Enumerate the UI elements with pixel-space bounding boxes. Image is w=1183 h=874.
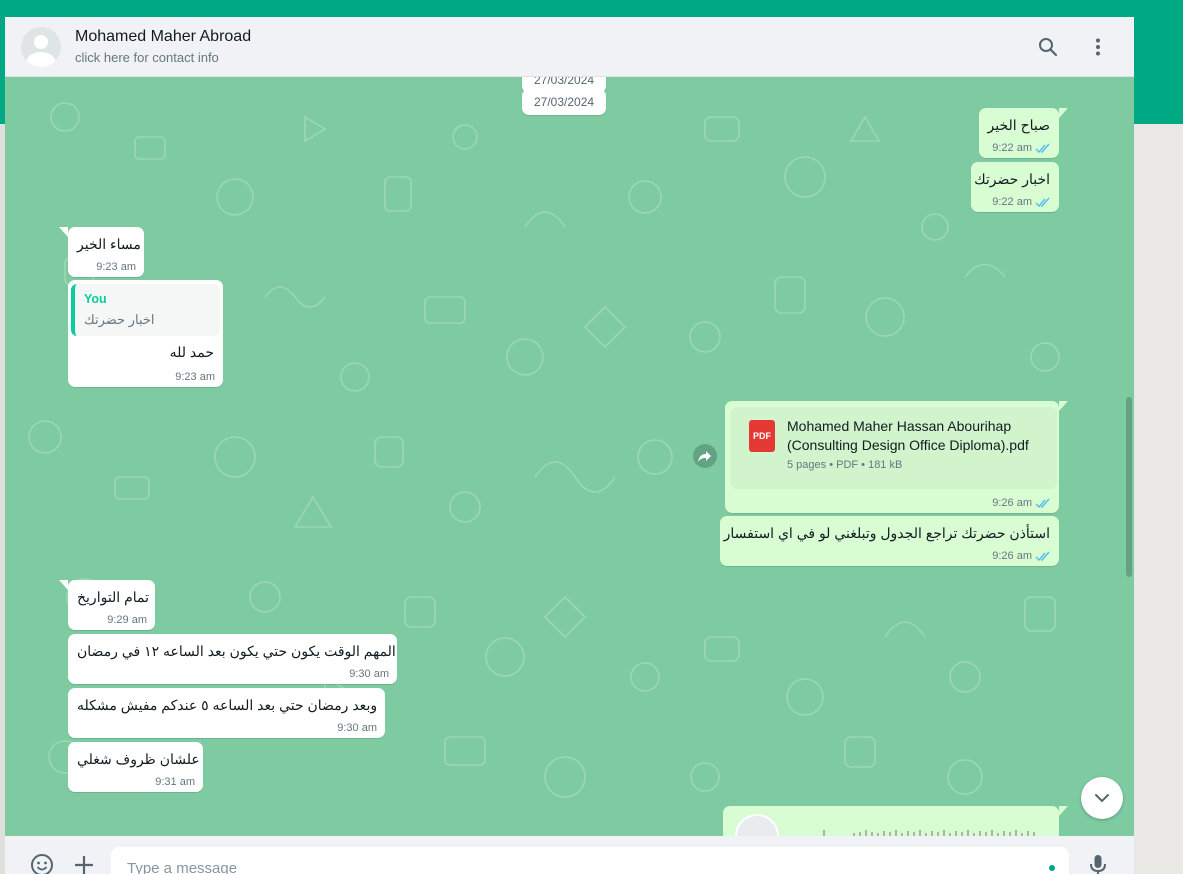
message-meta: 9:29 am bbox=[107, 614, 147, 626]
outgoing-voice-message[interactable] bbox=[723, 806, 1068, 836]
pdf-file-icon: PDF bbox=[749, 420, 775, 452]
message-time: 9:29 am bbox=[107, 614, 147, 626]
message-text: صباح الخير bbox=[987, 117, 1050, 133]
quoted-message[interactable]: You اخبار حضرتك bbox=[71, 284, 220, 336]
scroll-down-button[interactable] bbox=[1081, 777, 1123, 819]
message-meta: 9:22 am bbox=[992, 142, 1051, 154]
date-separator: 27/03/2024 bbox=[522, 89, 607, 115]
read-receipt-icon bbox=[1035, 197, 1050, 207]
status-dot bbox=[1049, 865, 1055, 871]
message-text: علشان ظروف شغلي bbox=[77, 751, 200, 767]
chat-header[interactable]: Mohamed Maher Abroad click here for cont… bbox=[5, 17, 1134, 77]
emoji-icon[interactable] bbox=[29, 852, 55, 874]
message-meta: 9:31 am bbox=[155, 776, 195, 788]
incoming-message[interactable]: المهم الوقت يكون حتي يكون بعد الساعه ١٢ … bbox=[68, 634, 397, 684]
message-time: 9:22 am bbox=[992, 142, 1032, 154]
message-meta: 9:22 am bbox=[992, 196, 1051, 208]
contact-name[interactable]: Mohamed Maher Abroad bbox=[75, 28, 251, 46]
message-input[interactable] bbox=[127, 855, 1027, 874]
chat-window: Mohamed Maher Abroad click here for cont… bbox=[5, 17, 1134, 874]
message-input-box[interactable] bbox=[111, 847, 1069, 874]
message-time: 9:23 am bbox=[96, 261, 136, 273]
microphone-icon[interactable] bbox=[1085, 852, 1111, 874]
message-time: 9:30 am bbox=[349, 668, 389, 680]
voice-waveform bbox=[823, 830, 1035, 836]
read-receipt-icon bbox=[1035, 498, 1050, 508]
incoming-message[interactable]: علشان ظروف شغلي 9:31 am bbox=[68, 742, 203, 792]
menu-icon[interactable] bbox=[1084, 33, 1112, 61]
read-receipt-icon bbox=[1035, 143, 1050, 153]
message-meta: 9:23 am bbox=[96, 261, 136, 273]
incoming-message[interactable]: وبعد رمضان حتي بعد الساعه ٥ عندكم مفيش م… bbox=[68, 688, 385, 738]
message-text: حمد لله bbox=[169, 344, 214, 360]
message-meta: 9:30 am bbox=[349, 668, 389, 680]
message-time: 9:30 am bbox=[337, 722, 377, 734]
voice-sender-avatar bbox=[735, 814, 779, 836]
message-meta: 9:26 am bbox=[992, 497, 1051, 509]
message-time: 9:31 am bbox=[155, 776, 195, 788]
read-receipt-icon bbox=[1035, 551, 1050, 561]
avatar[interactable] bbox=[21, 27, 61, 67]
incoming-reply-message[interactable]: You اخبار حضرتك حمد لله 9:23 am bbox=[68, 280, 223, 387]
outgoing-message[interactable]: صباح الخير 9:22 am bbox=[979, 108, 1068, 158]
scrollbar[interactable] bbox=[1126, 397, 1132, 577]
attach-plus-icon[interactable] bbox=[71, 852, 97, 874]
quote-text: اخبار حضرتك bbox=[84, 312, 155, 327]
message-text: وبعد رمضان حتي بعد الساعه ٥ عندكم مفيش م… bbox=[77, 697, 378, 713]
chevron-down-icon bbox=[1095, 794, 1109, 803]
message-time: 9:22 am bbox=[992, 196, 1032, 208]
message-text: استأذن حضرتك تراجع الجدول وتبلغني لو في … bbox=[723, 525, 1050, 541]
forward-icon[interactable] bbox=[693, 444, 717, 468]
message-time: 9:26 am bbox=[992, 550, 1032, 562]
search-icon[interactable] bbox=[1034, 33, 1062, 61]
message-text: المهم الوقت يكون حتي يكون بعد الساعه ١٢ … bbox=[77, 643, 396, 659]
document-info: 5 pages • PDF • 181 kB bbox=[787, 459, 903, 471]
outgoing-message[interactable]: استأذن حضرتك تراجع الجدول وتبلغني لو في … bbox=[720, 516, 1059, 566]
message-text: اخبار حضرتك bbox=[974, 171, 1050, 187]
message-meta: 9:26 am bbox=[992, 550, 1051, 562]
message-list[interactable]: 27/03/2024 27/03/2024 صباح الخير 9:22 am… bbox=[5, 77, 1134, 836]
outgoing-document-message[interactable]: PDF Mohamed Maher Hassan Abourihap (Cons… bbox=[725, 401, 1068, 513]
message-time: 9:23 am bbox=[175, 371, 215, 383]
outgoing-message[interactable]: اخبار حضرتك 9:22 am bbox=[971, 162, 1059, 212]
message-meta: 9:23 am bbox=[175, 371, 215, 383]
incoming-message[interactable]: تمام التواريخ 9:29 am bbox=[59, 580, 155, 630]
contact-info-hint[interactable]: click here for contact info bbox=[75, 50, 219, 65]
compose-bar bbox=[5, 836, 1134, 874]
document-attachment[interactable]: PDF Mohamed Maher Hassan Abourihap (Cons… bbox=[731, 407, 1057, 489]
incoming-message[interactable]: مساء الخير 9:23 am bbox=[59, 227, 144, 277]
background-side-panel bbox=[1134, 124, 1183, 874]
message-text: تمام التواريخ bbox=[77, 589, 150, 605]
message-time: 9:26 am bbox=[992, 497, 1032, 509]
document-name: Mohamed Maher Hassan Abourihap (Consulti… bbox=[787, 418, 1029, 453]
message-meta: 9:30 am bbox=[337, 722, 377, 734]
quote-author: You bbox=[84, 292, 107, 306]
message-text: مساء الخير bbox=[77, 236, 141, 252]
